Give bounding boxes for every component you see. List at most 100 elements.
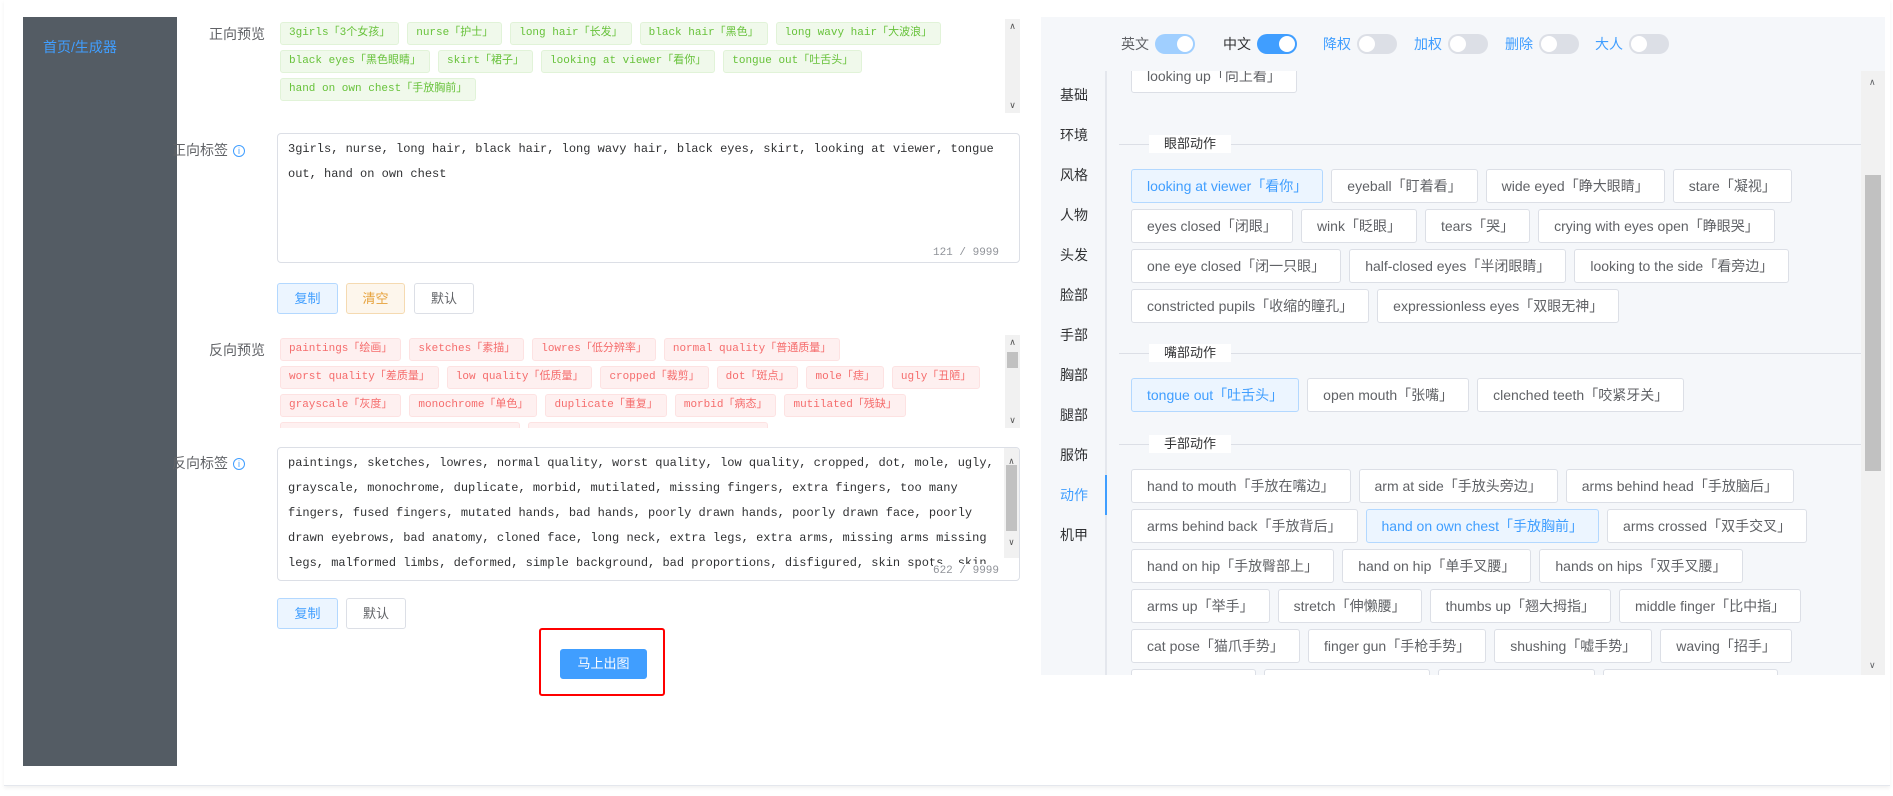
tag-button[interactable]: hand on hip「单手叉腰」 [1342, 549, 1532, 583]
tag-button[interactable]: mimikaki「掏耳勺」 [1438, 669, 1595, 675]
negative-preview-tag[interactable]: mole「痣」 [806, 366, 884, 389]
tag-button[interactable]: looking at viewer「看你」 [1131, 169, 1324, 203]
toggle-3[interactable]: 加权 [1414, 34, 1488, 54]
negative-copy-button[interactable]: 复制 [277, 598, 338, 629]
tag-button[interactable]: tears「哭」 [1424, 209, 1531, 243]
tag-button[interactable]: hand on own chest「手放胸前」 [1365, 509, 1600, 543]
tag-button[interactable]: tongue out「吐舌头」 [1131, 378, 1300, 412]
tag-button[interactable]: crying with eyes open「睁眼哭」 [1538, 209, 1775, 243]
negative-preview-tag[interactable]: grayscale「灰度」 [280, 394, 402, 417]
tab-category[interactable]: 人物 [1060, 205, 1088, 225]
positive-preview-tag[interactable]: hand on own chest「手放胸前」 [280, 78, 477, 101]
tab-category[interactable]: 手部 [1060, 325, 1088, 345]
tag-button[interactable]: arms behind back「手放背后」 [1131, 509, 1358, 543]
tag-button[interactable]: shushing「嘘手势」 [1494, 629, 1653, 663]
positive-preview-tag[interactable]: 3girls「3个女孩」 [280, 22, 400, 45]
negative-preview-tag[interactable]: ugly「丑陋」 [891, 366, 981, 389]
tag-button[interactable]: spread arms「张手」 [1264, 669, 1431, 675]
negative-preview-tag[interactable]: lowres「低分辨率」 [532, 338, 656, 361]
positive-preview-tag[interactable]: tongue out「吐舌头」 [723, 50, 863, 73]
tag-button[interactable]: finger gun「手枪手势」 [1307, 629, 1487, 663]
positive-preview-tag[interactable]: long hair「长发」 [510, 22, 632, 45]
tab-category[interactable]: 头发 [1060, 245, 1088, 265]
tag-button[interactable]: arm at side「手放头旁边」 [1358, 469, 1558, 503]
positive-preview-scrollbar[interactable]: ∧ ∨ [1005, 19, 1020, 113]
positive-preview-tag[interactable]: black hair「黑色」 [639, 22, 768, 45]
tag-button[interactable]: arms crossed「双手交叉」 [1607, 509, 1808, 543]
tab-category[interactable]: 环境 [1060, 125, 1088, 145]
positive-clear-button[interactable]: 清空 [346, 283, 405, 314]
tag-button[interactable]: middle finger「比中指」 [1618, 589, 1802, 623]
negative-default-button[interactable]: 默认 [346, 598, 406, 629]
negative-preview-scrollbar[interactable]: ∧ ∨ [1005, 335, 1020, 428]
tab-category[interactable]: 风格 [1060, 165, 1088, 185]
positive-preview-tag[interactable]: black eyes「黑色眼睛」 [280, 50, 431, 73]
toggle-switch[interactable] [1448, 34, 1488, 54]
negative-tags-textarea[interactable]: paintings, sketches, lowres, normal qual… [277, 447, 1020, 581]
negative-preview-tag[interactable]: mutilated「残缺」 [784, 394, 906, 417]
negative-preview-tag[interactable]: monochrome「单色」 [409, 394, 538, 417]
negative-preview-tag[interactable]: low quality「低质量」 [446, 366, 593, 389]
positive-copy-button[interactable]: 复制 [277, 283, 338, 314]
generate-button[interactable]: 马上出图 [560, 649, 647, 679]
toggle-1[interactable]: 中文 [1223, 34, 1297, 54]
tag-button[interactable]: constricted pupils「收缩的瞳孔」 [1131, 289, 1370, 323]
tag-button[interactable]: waving「招手」 [1660, 629, 1792, 663]
toggle-5[interactable]: 大人 [1595, 34, 1669, 54]
negative-preview-tag[interactable]: morbid「病态」 [674, 394, 777, 417]
negative-textarea-scrollbar[interactable]: ∧ ∨ [1004, 448, 1019, 558]
tag-button[interactable]: arms up「举手」 [1131, 589, 1270, 623]
tag-button[interactable]: half-closed eyes「半闭眼睛」 [1349, 249, 1567, 283]
toggle-switch[interactable] [1629, 34, 1669, 54]
toggle-switch[interactable] [1357, 34, 1397, 54]
toggle-0[interactable]: 英文 [1121, 34, 1195, 54]
tag-button[interactable]: eyes closed「闭眼」 [1131, 209, 1293, 243]
tag-button[interactable]: looking to the side「看旁边」 [1574, 249, 1790, 283]
toggle-switch[interactable] [1155, 34, 1195, 54]
tag-button[interactable]: open mouth「张嘴」 [1307, 378, 1470, 412]
positive-preview-tag[interactable]: skirt「裙子」 [438, 50, 534, 73]
tag-button[interactable]: cat pose「猫爪手势」 [1131, 629, 1300, 663]
positive-preview-tag[interactable]: looking at viewer「看你」 [541, 50, 716, 73]
tag-button[interactable]: hand on hip「手放臀部上」 [1131, 549, 1335, 583]
negative-preview-tag[interactable]: duplicate「重复」 [545, 394, 667, 417]
negative-preview-tag[interactable]: cropped「裁剪」 [600, 366, 709, 389]
tag-button[interactable]: hand to mouth「手放在嘴边」 [1131, 469, 1351, 503]
negative-preview-tag-partial[interactable] [280, 422, 520, 428]
negative-preview-tag-partial[interactable] [528, 422, 768, 428]
tab-category[interactable]: 机甲 [1060, 525, 1088, 545]
toggle-4[interactable]: 删除 [1505, 34, 1579, 54]
tag-button[interactable]: hands on hips「双手叉腰」 [1539, 549, 1743, 583]
tag-button[interactable]: expressionless eyes「双眼无神」 [1377, 289, 1620, 323]
tag-button[interactable]: holding hands「牵手」 [1602, 669, 1778, 675]
tag-button[interactable]: one eye closed「闭一只眼」 [1131, 249, 1342, 283]
negative-preview-tag[interactable]: dot「斑点」 [716, 366, 799, 389]
negative-preview-tag[interactable]: normal quality「普通质量」 [663, 338, 841, 361]
tag-button[interactable]: eyeball「盯着看」 [1331, 169, 1478, 203]
info-icon[interactable]: i [233, 145, 245, 157]
info-icon[interactable]: i [233, 458, 245, 470]
tab-category[interactable]: 脸部 [1060, 285, 1088, 305]
tag-button[interactable]: clenched teeth「咬紧牙关」 [1477, 378, 1685, 412]
positive-tags-textarea[interactable]: 3girls, nurse, long hair, black hair, lo… [277, 133, 1020, 263]
positive-preview-tag[interactable]: nurse「护士」 [407, 22, 503, 45]
tab-category[interactable]: 基础 [1060, 85, 1088, 105]
toggle-switch[interactable] [1539, 34, 1579, 54]
nav-home-generator[interactable]: 首页/生成器 [43, 37, 117, 57]
tab-category[interactable]: 服饰 [1060, 445, 1088, 465]
tag-button[interactable]: wide eyed「睁大眼睛」 [1485, 169, 1665, 203]
tag-button[interactable]: wink「眨眼」 [1300, 209, 1417, 243]
negative-preview-tag[interactable]: worst quality「差质量」 [280, 366, 439, 389]
tag-button[interactable]: salute「敬礼」 [1131, 669, 1257, 675]
tab-category[interactable]: 胸部 [1060, 365, 1088, 385]
negative-preview-tag[interactable]: paintings「绘画」 [280, 338, 402, 361]
negative-preview-tag[interactable]: sketches「素描」 [409, 338, 525, 361]
tab-category[interactable]: 腿部 [1060, 405, 1088, 425]
toggle-2[interactable]: 降权 [1323, 34, 1397, 54]
tag-list-scrollbar[interactable]: ∧ ∨ [1861, 71, 1885, 675]
tag-button[interactable]: stretch「伸懒腰」 [1277, 589, 1422, 623]
positive-preview-tag[interactable]: long wavy hair「大波浪」 [775, 22, 942, 45]
tab-category[interactable]: 动作 [1060, 485, 1088, 505]
positive-default-button[interactable]: 默认 [414, 283, 474, 314]
tag-button[interactable]: thumbs up「翘大拇指」 [1429, 589, 1611, 623]
